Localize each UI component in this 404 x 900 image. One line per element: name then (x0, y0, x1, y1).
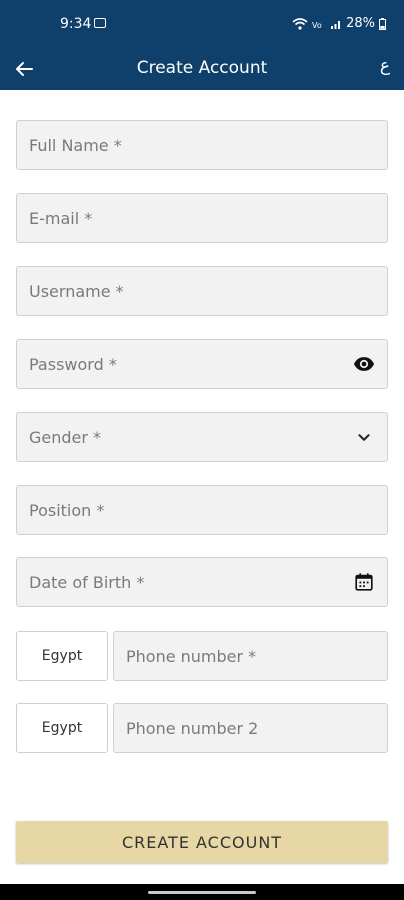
app-bar: Create Account ع (0, 48, 404, 90)
gender-select[interactable] (16, 412, 388, 462)
date-of-birth-field[interactable] (16, 557, 388, 607)
date-of-birth-input[interactable] (17, 558, 387, 606)
eye-icon[interactable] (353, 353, 375, 375)
username-field[interactable] (16, 266, 388, 316)
gallery-notification-icon (94, 18, 106, 28)
full-name-field[interactable] (16, 120, 388, 170)
email-input[interactable] (17, 194, 387, 242)
status-time: 9:34 (60, 16, 92, 32)
email-field[interactable] (16, 193, 388, 243)
gender-input[interactable] (17, 413, 387, 461)
phone-number-2-input[interactable] (114, 704, 387, 752)
status-bar: 9:34 Vo 28% (0, 0, 404, 48)
phone-number-field[interactable] (113, 631, 388, 681)
page-title: Create Account (136, 58, 268, 78)
password-input[interactable] (17, 340, 387, 388)
chevron-down-icon[interactable] (353, 426, 375, 448)
username-input[interactable] (17, 267, 387, 315)
position-field[interactable] (16, 485, 388, 535)
volte-icon: Vo (312, 21, 322, 30)
password-field[interactable] (16, 339, 388, 389)
status-indicators: Vo 28% (292, 16, 386, 31)
svg-text:Vo: Vo (312, 21, 322, 30)
system-navigation-bar (0, 884, 404, 900)
wifi-icon (292, 17, 308, 30)
create-account-button[interactable]: CREATE ACCOUNT (16, 821, 388, 863)
phone-number-input[interactable] (114, 632, 387, 680)
position-input[interactable] (17, 486, 387, 534)
language-toggle-button[interactable]: ع (380, 56, 390, 76)
calendar-icon[interactable] (353, 571, 375, 593)
battery-icon (379, 17, 386, 30)
phone-number-2-field[interactable] (113, 703, 388, 753)
signal-icon (331, 20, 341, 29)
country-select-phone-2[interactable]: Egypt (16, 703, 108, 753)
full-name-input[interactable] (17, 121, 387, 169)
home-gesture-handle[interactable] (148, 891, 256, 894)
battery-percent: 28% (346, 16, 375, 31)
country-select-phone-1[interactable]: Egypt (16, 631, 108, 681)
